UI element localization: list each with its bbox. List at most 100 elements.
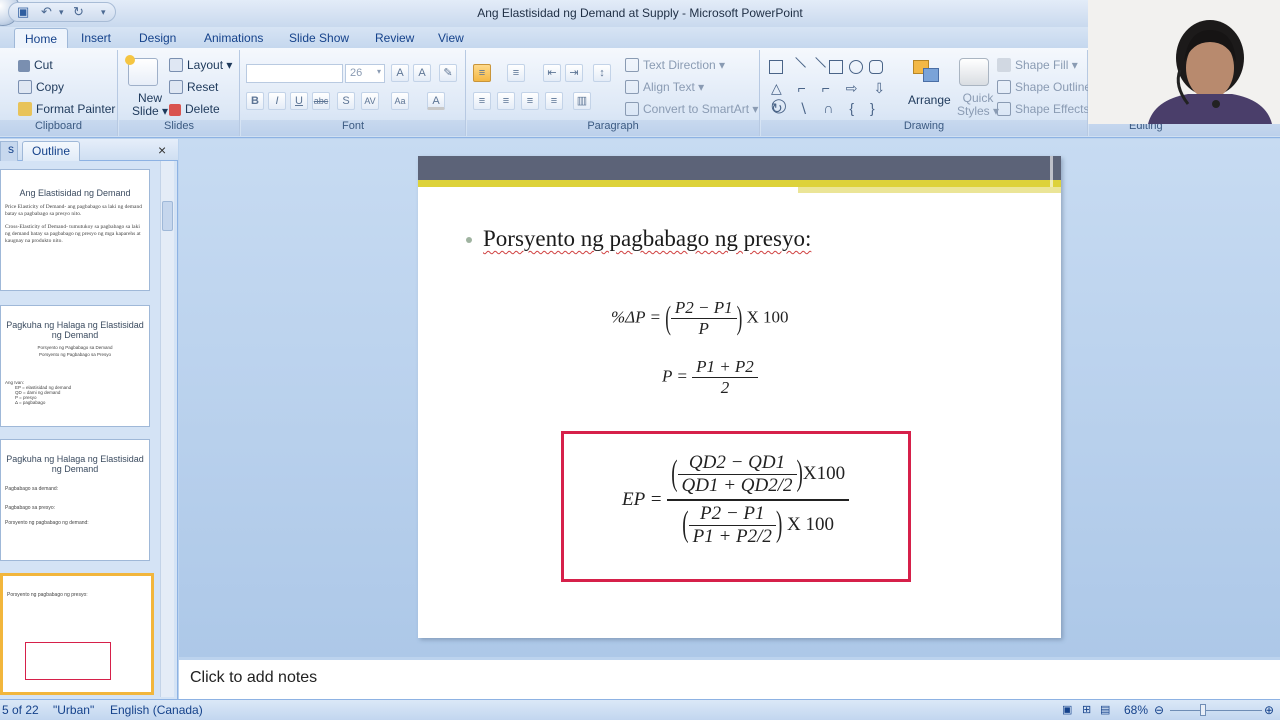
slide-sorter-view-icon[interactable]: ⊞ [1082,703,1091,716]
shapes-gallery[interactable]: △ ⌐ ⌐ ⇨ ⇩ ◯ ↻ ∖ ∩ { } ☆ [769,57,899,133]
underline-button[interactable]: U [290,92,308,110]
align-text-icon [625,80,639,94]
tab-view[interactable]: View [438,31,464,45]
slide-thumbnail[interactable]: Pagkuha ng Halaga ng Elastisidad ng Dema… [0,305,150,427]
slide-accent-band [418,180,1061,187]
clipboard-group-label: Clipboard [0,120,117,136]
zoom-in-icon[interactable]: ⊕ [1264,703,1274,717]
textbox-shape-icon[interactable] [769,60,783,74]
convert-to-smartart-button[interactable]: Convert to SmartArt ▾ [625,102,758,116]
arrange-button[interactable]: Arrange [908,93,951,107]
equation-average-price[interactable]: P = P1 + P2 2 [662,357,758,398]
drawing-group-label: Drawing [761,120,1087,136]
rounded-rectangle-shape-icon[interactable] [869,60,883,74]
quick-styles-button[interactable]: Quick Styles ▾ [957,92,999,118]
cut-button[interactable]: Cut [18,58,53,72]
tab-outline[interactable]: Outline [22,141,80,161]
font-group: 26 ▾ A A ✎ B I U abc S AV Aa A Font [241,50,466,136]
equation-percent-change-price[interactable]: %ΔP = (P2 − P1 P) X 100 [611,298,789,339]
layout-button[interactable]: Layout ▾ [169,58,232,72]
text-direction-button[interactable]: Text Direction ▾ [625,58,725,72]
rectangle-shape-icon[interactable] [829,60,843,74]
change-case-button[interactable]: Aa [391,92,409,110]
zoom-out-icon[interactable]: ⊖ [1154,703,1164,717]
slide-header-divider [1050,156,1053,187]
slide-show-view-icon[interactable]: ▤ [1100,703,1110,716]
shrink-font-button[interactable]: A [413,64,431,82]
numbering-button[interactable]: ≡ [507,64,525,82]
reset-button[interactable]: Reset [169,80,218,94]
zoom-slider-handle[interactable] [1200,704,1206,716]
font-size-dropdown[interactable]: 26 ▾ [345,64,385,83]
equation-price-elasticity[interactable]: EP = (QD2 − QD1 QD1 + QD2/2)X100 (P2 − P1… [622,452,850,548]
zoom-level[interactable]: 68% [1124,703,1148,717]
slide-canvas[interactable]: Porsyento ng pagbabago ng presyo: %ΔP = … [418,156,1061,638]
quick-styles-icon[interactable] [959,58,989,86]
italic-button[interactable]: I [268,92,286,110]
smartart-icon [625,102,639,116]
align-right-button[interactable]: ≡ [521,92,539,110]
font-name-dropdown[interactable] [246,64,343,83]
grow-font-button[interactable]: A [391,64,409,82]
slide-counter: 5 of 22 [2,703,39,717]
delete-icon [169,104,181,116]
pane-scrollbar[interactable] [160,161,174,697]
pane-scroll-thumb[interactable] [162,201,173,231]
tab-insert[interactable]: Insert [81,31,111,45]
copy-button[interactable]: Copy [18,80,64,94]
paragraph-group: ≡ ≡ ⇤ ⇥ ↕ ≡ ≡ ≡ ≡ ▥ Text Direction ▾ Ali… [467,50,760,136]
close-pane-icon[interactable]: × [158,142,166,158]
bold-button[interactable]: B [246,92,264,110]
tab-animations[interactable]: Animations [204,31,263,45]
reset-icon [169,80,183,94]
shape-effects-button[interactable]: Shape Effects [997,102,1090,116]
font-color-button[interactable]: A [427,92,445,110]
tab-slide-show[interactable]: Slide Show [289,31,349,45]
effects-icon [997,102,1011,116]
pane-tabs: s Outline × [0,139,178,161]
align-text-button[interactable]: Align Text ▾ [625,80,704,94]
slide-thumbnail[interactable]: Pagkuha ng Halaga ng Elastisidad ng Dema… [0,439,150,561]
line-shape-icon[interactable] [786,57,806,77]
slides-group: New Slide ▾ Layout ▾ Reset Delete Slides [119,50,240,136]
strikethrough-button[interactable]: abc [312,92,330,110]
bullets-button[interactable]: ≡ [473,64,491,82]
decrease-indent-button[interactable]: ⇤ [543,64,561,82]
oval-shape-icon[interactable] [849,60,863,74]
clipboard-group: Cut Copy Format Painter Clipboard [0,50,118,136]
theme-name: "Urban" [53,703,95,717]
slide-header-band [418,156,1061,180]
character-spacing-button[interactable]: AV [361,92,379,110]
tab-review[interactable]: Review [375,31,414,45]
slide-thumbnail[interactable]: Ang Elastisidad ng Demand Price Elastici… [0,169,150,291]
paintbrush-icon [18,102,32,116]
presenter-video [1088,0,1280,124]
slide-heading[interactable]: Porsyento ng pagbabago ng presyo: [483,226,811,252]
language-indicator[interactable]: English (Canada) [110,703,203,717]
shape-outline-button[interactable]: Shape Outline [997,80,1091,94]
justify-button[interactable]: ≡ [545,92,563,110]
delete-button[interactable]: Delete [169,102,220,116]
slide-thumbnail-selected[interactable]: Porsyento ng pagbabago ng presyo: [0,573,154,695]
shape-fill-button[interactable]: Shape Fill ▾ [997,58,1078,72]
format-painter-button[interactable]: Format Painter [18,102,115,116]
arrange-icon[interactable] [911,58,941,86]
new-slide-button[interactable]: New Slide ▾ [132,92,168,118]
new-slide-icon[interactable] [125,55,158,86]
zoom-slider[interactable] [1170,710,1262,711]
align-left-button[interactable]: ≡ [473,92,491,110]
copy-icon [18,80,32,94]
tab-design[interactable]: Design [139,31,176,45]
line-spacing-button[interactable]: ↕ [593,64,611,82]
notes-placeholder: Click to add notes [190,669,318,686]
tab-home[interactable]: Home [14,28,69,50]
columns-button[interactable]: ▥ [573,92,591,110]
align-center-button[interactable]: ≡ [497,92,515,110]
arrow-shape-icon[interactable] [806,57,826,77]
shadow-button[interactable]: S [337,92,355,110]
increase-indent-button[interactable]: ⇥ [565,64,583,82]
clear-formatting-button[interactable]: ✎ [439,64,457,82]
tab-slides[interactable]: s [0,141,18,161]
notes-pane[interactable]: Click to add notes [179,657,1280,699]
normal-view-icon[interactable]: ▣ [1062,703,1072,716]
